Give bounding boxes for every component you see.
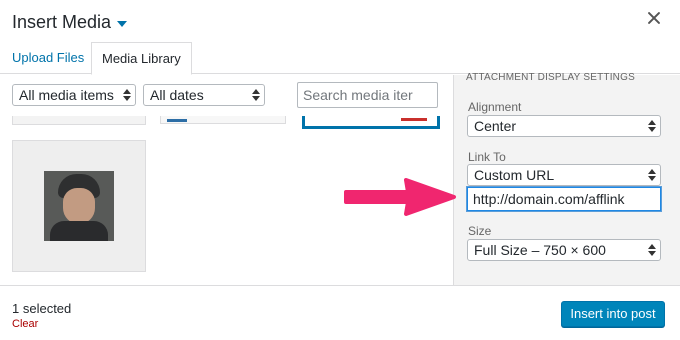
tab-upload-files[interactable]: Upload Files [12, 50, 84, 65]
tab-media-library[interactable]: Media Library [91, 42, 192, 75]
select-caret-icon [123, 88, 131, 102]
attachment-settings-heading: ATTACHMENT DISPLAY SETTINGS [466, 72, 635, 83]
thumbnail-preview [167, 119, 187, 122]
thumbnail-photo [44, 171, 114, 241]
alignment-label: Alignment [468, 100, 522, 114]
media-type-select-value: All media items [19, 87, 114, 103]
media-thumbnail[interactable] [12, 116, 146, 125]
link-to-select[interactable]: Custom URL [467, 164, 661, 186]
link-url-input[interactable]: http://domain.com/afflink [467, 187, 661, 211]
thumbnail-preview [401, 118, 427, 121]
size-select-value: Full Size – 750 × 600 [474, 242, 606, 258]
select-caret-icon [648, 243, 656, 257]
media-thumbnail-selected[interactable] [302, 116, 440, 129]
select-caret-icon [252, 88, 260, 102]
link-url-value: http://domain.com/afflink [473, 191, 625, 207]
alignment-select[interactable]: Center [467, 115, 661, 137]
link-to-label: Link To [468, 150, 506, 164]
search-input[interactable]: Search media iter [297, 82, 438, 108]
size-select[interactable]: Full Size – 750 × 600 [467, 239, 661, 261]
modal-title[interactable]: Insert Media [12, 12, 128, 33]
alignment-select-value: Center [474, 118, 517, 134]
annotation-arrow-icon [344, 178, 456, 216]
media-type-select[interactable]: All media items [12, 84, 136, 106]
link-to-select-value: Custom URL [474, 167, 555, 183]
clear-selection-link[interactable]: Clear [12, 318, 38, 330]
select-caret-icon [648, 168, 656, 182]
media-thumbnail[interactable] [160, 116, 286, 124]
dropdown-caret-icon [117, 20, 128, 27]
modal-title-text: Insert Media [12, 12, 112, 32]
size-label: Size [468, 224, 492, 238]
search-placeholder: Search media iter [303, 87, 413, 103]
insert-into-post-button[interactable]: Insert into post [561, 301, 665, 327]
close-icon[interactable] [646, 10, 662, 26]
date-select[interactable]: All dates [143, 84, 265, 106]
selection-count: 1 selected [12, 301, 72, 316]
select-caret-icon [648, 119, 656, 133]
date-select-value: All dates [150, 87, 204, 103]
